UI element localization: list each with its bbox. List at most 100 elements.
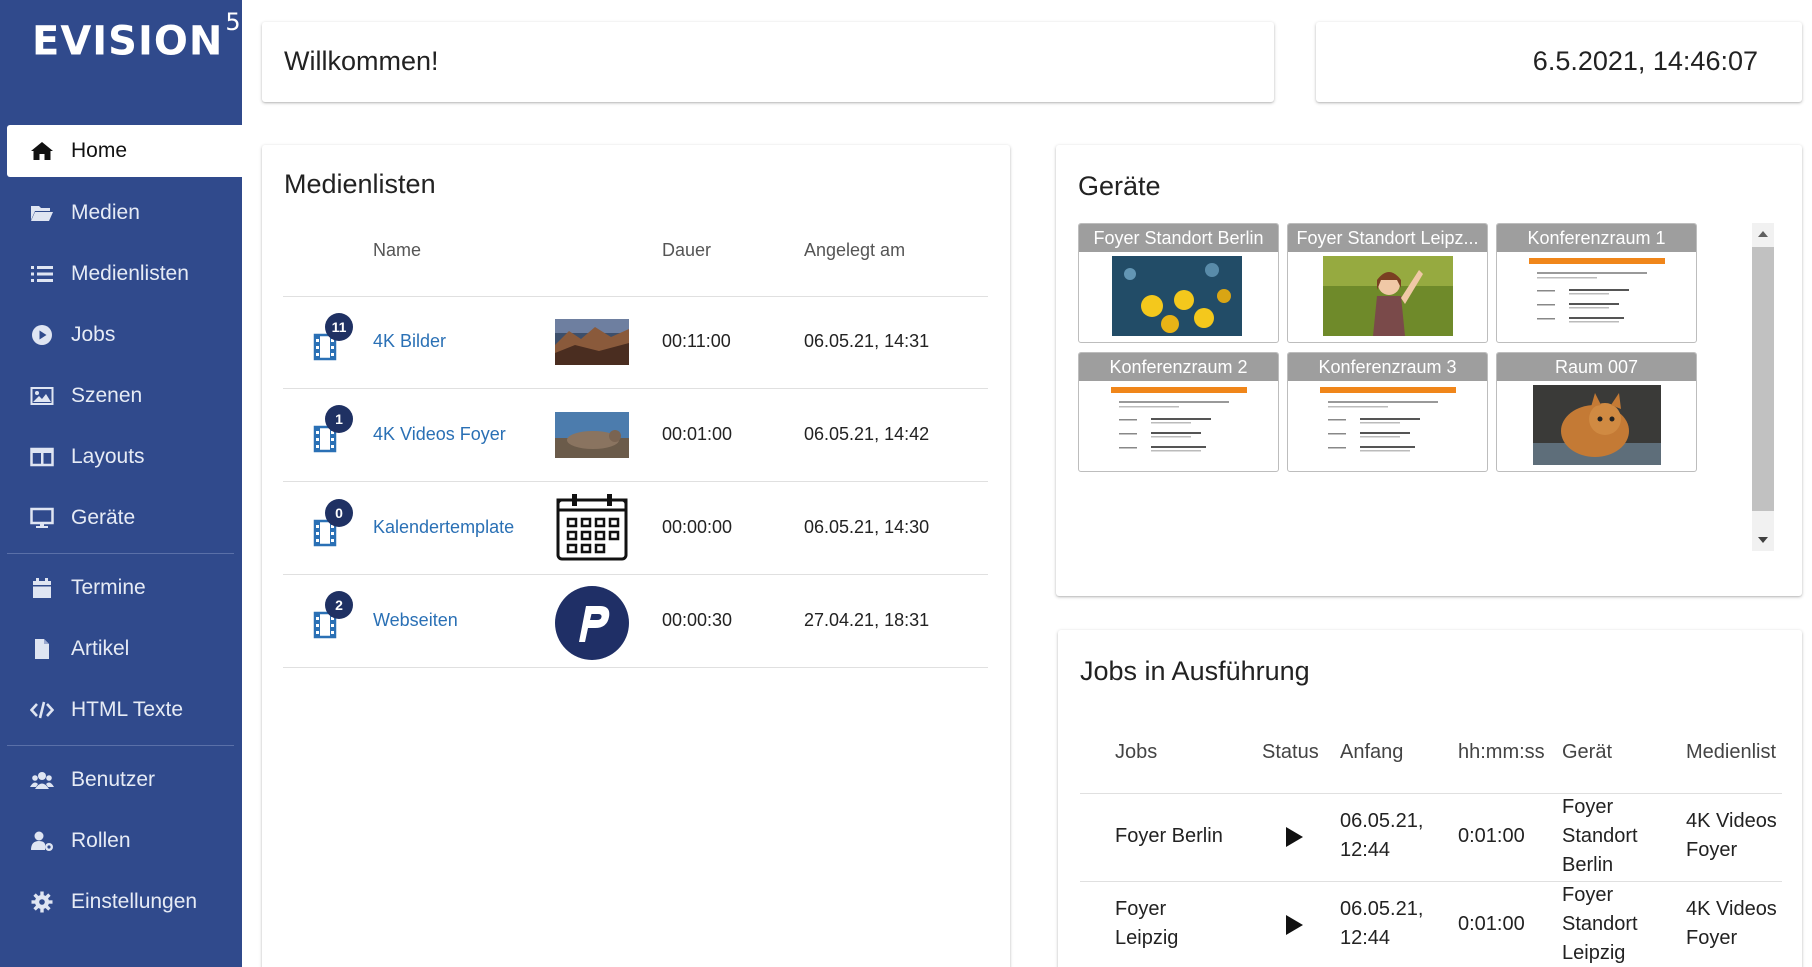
created-cell: 06.05.21, 14:42 bbox=[804, 424, 930, 444]
sidebar-item-medien[interactable]: Medien bbox=[7, 187, 242, 239]
medialist-link[interactable]: Kalendertemplate bbox=[373, 517, 514, 538]
sidebar-item-medienlisten[interactable]: Medienlisten bbox=[7, 248, 242, 300]
sidebar-item-label: Artikel bbox=[71, 637, 130, 660]
file-icon bbox=[29, 638, 55, 660]
sidebar-item-szenen[interactable]: Szenen bbox=[7, 370, 242, 422]
sidebar-item-label: Benutzer bbox=[71, 768, 156, 791]
job-elapsed: 0:01:00 bbox=[1458, 913, 1525, 935]
medialist-link[interactable]: 4K Videos Foyer bbox=[373, 424, 506, 445]
table-divider bbox=[1080, 881, 1782, 882]
sidebar-item-label: Szenen bbox=[71, 384, 143, 407]
device-tile[interactable]: Konferenzraum 2 bbox=[1078, 352, 1279, 472]
folder-open-icon bbox=[29, 202, 55, 224]
sidebar-item-label: Termine bbox=[71, 576, 146, 599]
job-device: Foyer Standort Berlin bbox=[1562, 796, 1638, 876]
job-medialist-link[interactable]: 4K Videos Foyer bbox=[1686, 807, 1777, 865]
sidebar-item-label: Einstellungen bbox=[71, 890, 198, 913]
device-tile[interactable]: Foyer Standort Berlin bbox=[1078, 223, 1279, 343]
count-badge: 11 bbox=[325, 313, 353, 341]
column-header-elapsed[interactable]: hh:mm:ss bbox=[1458, 741, 1545, 764]
count-badge: 0 bbox=[325, 499, 353, 527]
clock-text: 6.5.2021, 14:46:07 bbox=[1532, 46, 1758, 76]
device-tile[interactable]: Raum 007 bbox=[1496, 352, 1697, 472]
column-header-duration[interactable]: Dauer bbox=[662, 240, 711, 261]
sidebar: EVISION5 Home Medien Medienlisten Jobs S… bbox=[0, 0, 242, 967]
sidebar-item-layouts[interactable]: Layouts bbox=[7, 431, 242, 483]
duration-cell: 00:11:00 bbox=[662, 331, 731, 351]
welcome-text: Willkommen! bbox=[284, 46, 439, 76]
p-logo-icon bbox=[555, 586, 629, 660]
medialist-link[interactable]: Webseiten bbox=[373, 610, 458, 631]
column-header-device[interactable]: Gerät bbox=[1562, 741, 1612, 764]
device-tile[interactable]: Konferenzraum 3 bbox=[1287, 352, 1488, 472]
sidebar-item-home[interactable]: Home bbox=[7, 125, 242, 177]
sidebar-item-rollen[interactable]: Rollen bbox=[7, 815, 242, 867]
welcome-card: Willkommen! bbox=[262, 22, 1274, 102]
play-icon bbox=[1286, 915, 1303, 935]
sidebar-divider bbox=[7, 745, 234, 746]
image-icon bbox=[29, 385, 55, 407]
landscape-photo-thumbnail bbox=[555, 319, 629, 365]
gear-icon bbox=[29, 891, 55, 913]
devices-card: Geräte Foyer Standort Berlin Foyer Stand… bbox=[1056, 145, 1802, 596]
sidebar-item-label: Rollen bbox=[71, 829, 131, 852]
bokeh-photo-preview bbox=[1112, 256, 1242, 336]
device-name: Foyer Standort Leipz... bbox=[1288, 224, 1487, 252]
sidebar-item-label: Medien bbox=[71, 201, 140, 224]
medialist-link[interactable]: 4K Bilder bbox=[373, 331, 446, 352]
clock-card: 6.5.2021, 14:46:07 bbox=[1316, 22, 1802, 102]
table-divider bbox=[283, 481, 988, 482]
scroll-up-arrow-icon[interactable] bbox=[1756, 229, 1770, 239]
duration-cell: 00:00:00 bbox=[662, 517, 733, 537]
sidebar-item-benutzer[interactable]: Benutzer bbox=[7, 754, 242, 806]
medialists-card: Medienlisten Name Dauer Angelegt am 11 4… bbox=[262, 145, 1010, 967]
seal-photo-thumbnail bbox=[555, 412, 629, 458]
column-header-created[interactable]: Angelegt am bbox=[804, 240, 905, 261]
list-icon bbox=[29, 263, 55, 285]
table-divider bbox=[283, 388, 988, 389]
sidebar-item-geraete[interactable]: Geräte bbox=[7, 492, 242, 544]
job-medialist-link[interactable]: 4K Videos Foyer bbox=[1686, 895, 1777, 953]
devices-title: Geräte bbox=[1078, 171, 1161, 201]
table-divider bbox=[283, 296, 988, 297]
device-name: Raum 007 bbox=[1497, 353, 1696, 381]
sidebar-item-label: Jobs bbox=[71, 323, 116, 346]
agenda-preview bbox=[1318, 385, 1458, 467]
device-tile[interactable]: Konferenzraum 1 bbox=[1496, 223, 1697, 343]
table-divider bbox=[283, 574, 988, 575]
sidebar-item-einstellungen[interactable]: Einstellungen bbox=[7, 876, 242, 928]
sidebar-item-jobs[interactable]: Jobs bbox=[7, 309, 242, 361]
device-name: Konferenzraum 2 bbox=[1079, 353, 1278, 381]
cat-photo-preview bbox=[1533, 385, 1661, 465]
jobs-card: Jobs in Ausführung Jobs Status Anfang hh… bbox=[1058, 630, 1802, 967]
play-circle-icon bbox=[29, 324, 55, 346]
column-header-medialist[interactable]: Medienlist bbox=[1686, 741, 1776, 764]
devices-scrollbar-thumb[interactable] bbox=[1752, 247, 1774, 511]
agenda-preview bbox=[1109, 385, 1249, 467]
sidebar-item-html-texte[interactable]: HTML Texte bbox=[7, 684, 242, 736]
device-name: Konferenzraum 1 bbox=[1497, 224, 1696, 252]
table-divider bbox=[283, 667, 988, 668]
desktop-icon bbox=[29, 507, 55, 529]
column-header-status[interactable]: Status bbox=[1262, 741, 1319, 764]
device-name: Foyer Standort Berlin bbox=[1079, 224, 1278, 252]
created-cell: 27.04.21, 18:31 bbox=[804, 610, 930, 630]
sidebar-item-label: Medienlisten bbox=[71, 262, 189, 285]
scroll-down-arrow-icon[interactable] bbox=[1756, 535, 1770, 545]
user-cog-icon bbox=[29, 830, 55, 852]
duration-cell: 00:01:00 bbox=[662, 424, 733, 444]
girl-photo-preview bbox=[1323, 256, 1453, 336]
code-icon bbox=[29, 699, 55, 721]
brand-logo[interactable]: EVISION5 bbox=[32, 8, 241, 64]
users-icon bbox=[29, 769, 55, 791]
sidebar-item-artikel[interactable]: Artikel bbox=[7, 623, 242, 675]
calendar-icon bbox=[556, 494, 628, 561]
column-header-jobs[interactable]: Jobs bbox=[1115, 741, 1157, 764]
count-badge: 2 bbox=[325, 591, 353, 619]
column-header-name[interactable]: Name bbox=[373, 240, 421, 261]
created-cell: 06.05.21, 14:30 bbox=[804, 517, 930, 537]
job-name: Foyer Berlin bbox=[1115, 825, 1223, 847]
sidebar-item-termine[interactable]: Termine bbox=[7, 562, 242, 614]
device-tile[interactable]: Foyer Standort Leipz... bbox=[1287, 223, 1488, 343]
column-header-start[interactable]: Anfang bbox=[1340, 741, 1403, 764]
